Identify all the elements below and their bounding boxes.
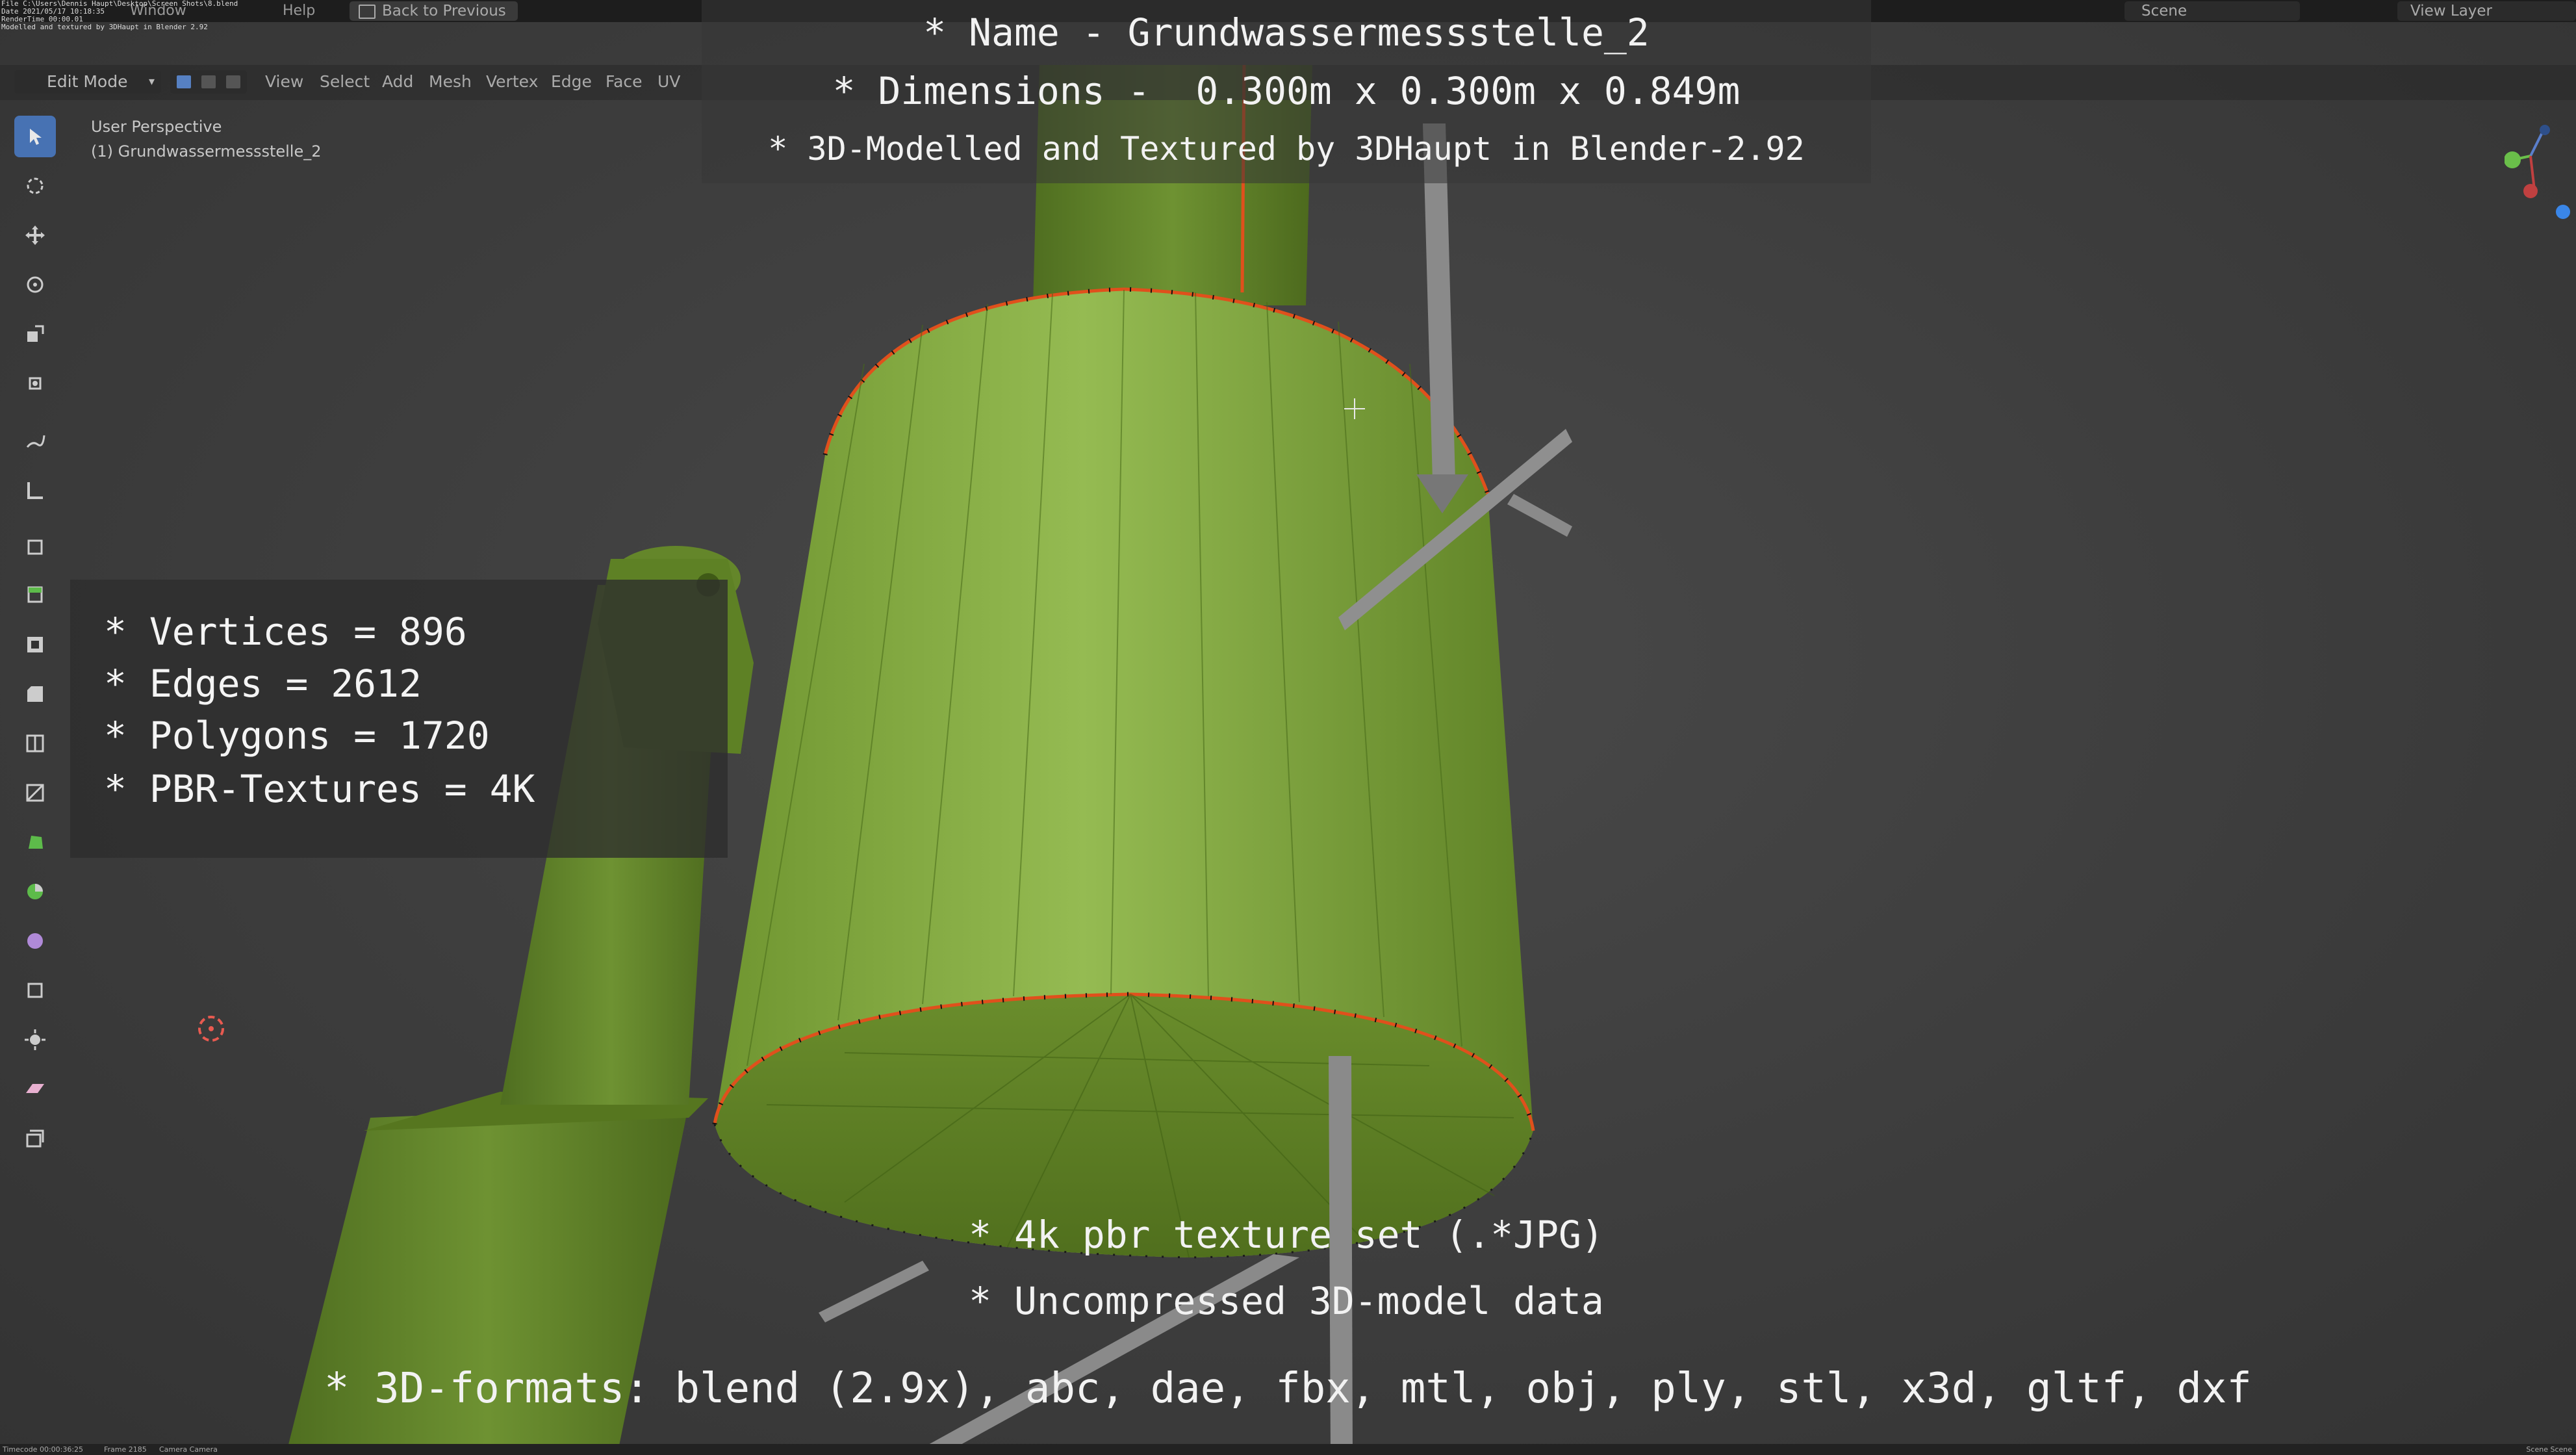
menu-edge[interactable]: Edge xyxy=(551,70,592,94)
shear-icon[interactable] xyxy=(14,1068,56,1110)
edges-count: * Edges = 2612 xyxy=(104,662,422,706)
rotate-icon[interactable] xyxy=(14,264,56,305)
rip-icon[interactable] xyxy=(14,1118,56,1159)
select-tool-icon[interactable] xyxy=(14,116,56,157)
vertex-select-icon[interactable] xyxy=(177,75,191,88)
navigation-gizmo[interactable] xyxy=(2505,117,2576,234)
menu-uv[interactable]: UV xyxy=(657,70,680,94)
add-cube-icon[interactable] xyxy=(14,525,56,567)
scene-selector[interactable]: Scene xyxy=(2124,1,2300,21)
measure-icon[interactable] xyxy=(14,469,56,511)
uncompressed-text: * Uncompressed 3D-model data xyxy=(969,1279,1604,1323)
view-layer-label: View Layer xyxy=(2410,3,2493,19)
timecode-label: Timecode 00:00:36:25 xyxy=(3,1445,84,1454)
menu-vertex[interactable]: Vertex xyxy=(486,70,538,94)
textures-resolution: * PBR-Textures = 4K xyxy=(104,767,535,811)
spin-icon[interactable] xyxy=(14,871,56,912)
loop-cut-icon[interactable] xyxy=(14,723,56,764)
3d-cursor-icon xyxy=(198,1016,224,1042)
mode-dropdown[interactable]: Edit Mode ▾ xyxy=(14,70,161,94)
edge-select-icon[interactable] xyxy=(201,75,216,88)
menu-help[interactable]: Help xyxy=(283,0,315,22)
vertices-count: * Vertices = 896 xyxy=(104,610,467,654)
mode-label: Edit Mode xyxy=(47,72,128,91)
inset-icon[interactable] xyxy=(14,624,56,665)
frame-label: Frame 2185 xyxy=(104,1445,147,1454)
polygons-count: * Polygons = 1720 xyxy=(104,714,490,758)
stamp-line: Modelled and textured by 3DHaupt in Blen… xyxy=(1,23,208,31)
menu-mesh[interactable]: Mesh xyxy=(429,70,472,94)
back-to-previous-button[interactable]: Back to Previous xyxy=(350,1,518,21)
transform-icon[interactable] xyxy=(14,363,56,404)
main-cylinder xyxy=(712,287,1536,1259)
texture-set-text: * 4k pbr texture set (.*JPG) xyxy=(969,1213,1604,1257)
scale-icon[interactable] xyxy=(14,313,56,355)
menu-add[interactable]: Add xyxy=(382,70,413,94)
annotate-icon[interactable] xyxy=(14,420,56,461)
poly-build-icon[interactable] xyxy=(14,821,56,863)
status-bar: Timecode 00:00:36:25 Frame 2185 Camera C… xyxy=(0,1444,2576,1455)
move-icon[interactable] xyxy=(14,214,56,256)
credit-text: * 3D-Modelled and Textured by 3DHaupt in… xyxy=(768,130,1805,168)
knife-icon[interactable] xyxy=(14,772,56,814)
chevron-down-icon: ▾ xyxy=(148,75,155,88)
perspective-label: User Perspective xyxy=(91,118,222,136)
menu-face[interactable]: Face xyxy=(606,70,643,94)
scene-label: Scene xyxy=(2141,3,2187,19)
camera-label: Camera Camera xyxy=(159,1445,218,1454)
cursor-icon[interactable] xyxy=(14,165,56,207)
3d-viewport[interactable]: Window Help Back to Previous Scene View … xyxy=(0,0,2576,1455)
object-name-text: * Name - Grundwassermessstelle_2 xyxy=(923,10,1650,55)
selection-mode-group xyxy=(170,70,247,94)
active-object-label: (1) Grundwassermessstelle_2 xyxy=(91,142,322,161)
edge-slide-icon[interactable] xyxy=(14,970,56,1011)
face-select-icon[interactable] xyxy=(226,75,240,88)
viewport-info: User Perspective (1) Grundwassermessstel… xyxy=(91,114,322,164)
dimensions-text: * Dimensions - 0.300m x 0.300m x 0.849m xyxy=(832,69,1741,113)
back-to-previous-label: Back to Previous xyxy=(382,3,506,19)
smooth-icon[interactable] xyxy=(14,920,56,962)
view-layer-selector[interactable]: View Layer xyxy=(2397,1,2576,21)
bevel-icon[interactable] xyxy=(14,673,56,715)
shrink-icon[interactable] xyxy=(14,1019,56,1061)
formats-text: * 3D-formats: blend (2.9x), abc, dae, fb… xyxy=(324,1365,2252,1413)
menu-select[interactable]: Select xyxy=(320,70,370,94)
extrude-icon[interactable] xyxy=(14,574,56,616)
scene-status-label: Scene Scene xyxy=(2526,1445,2572,1454)
menu-view[interactable]: View xyxy=(265,70,303,94)
screen-icon xyxy=(359,5,376,19)
render-stamp: File C:\Users\Dennis Haupt\Desktop\Scree… xyxy=(1,0,238,31)
